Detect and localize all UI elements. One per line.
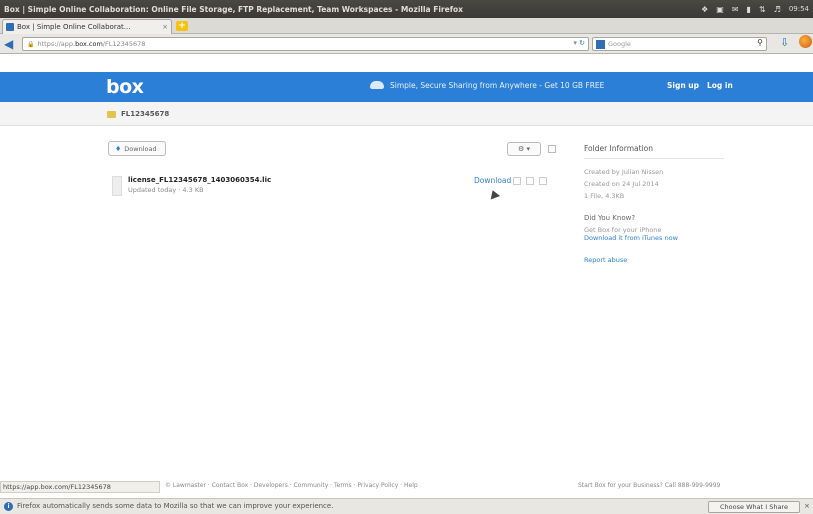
footer-sales-text: Start Box for your Business? Call 888-99… — [578, 482, 721, 489]
box-logo[interactable]: box — [106, 76, 144, 98]
breadcrumb: FL12345678 — [0, 102, 813, 126]
search-bar[interactable]: Google ⚲ — [592, 37, 767, 51]
comment-icon[interactable] — [513, 177, 521, 185]
login-link[interactable]: Log in — [707, 81, 733, 90]
lock-icon[interactable]: 🔒 — [27, 41, 34, 48]
reload-icon[interactable]: ↻ — [579, 39, 585, 47]
search-engine-icon[interactable] — [596, 39, 605, 49]
new-tab-button[interactable]: + — [176, 21, 188, 31]
info-icon: i — [4, 502, 13, 511]
dropdown-icon[interactable]: ▾ — [573, 39, 577, 47]
browser-tab[interactable]: Box | Simple Online Collaborat... × — [2, 19, 172, 34]
download-icon: ♦ — [115, 144, 122, 153]
window-title-bar: Box | Simple Online Collaboration: Onlin… — [0, 0, 813, 18]
chat-icon[interactable]: ▣ — [716, 5, 724, 14]
network-icon[interactable]: ⇅ — [759, 5, 766, 14]
header-tagline[interactable]: Simple, Secure Sharing from Anywhere - G… — [390, 81, 604, 90]
gear-icon: ⚙ — [517, 145, 525, 153]
cloud-icon — [370, 81, 384, 89]
file-download-link[interactable]: Download — [474, 176, 511, 185]
more-icon[interactable] — [539, 177, 547, 185]
choose-what-i-share-button[interactable]: Choose What I Share — [708, 501, 800, 513]
download-all-button[interactable]: ♦ Download — [108, 141, 166, 156]
window-title: Box | Simple Online Collaboration: Onlin… — [4, 4, 463, 14]
status-bar-url: https://app.box.com/FL12345678 — [0, 481, 160, 493]
notification-bar: i Firefox automatically sends some data … — [0, 498, 813, 514]
battery-icon[interactable]: ▮ — [747, 5, 751, 14]
did-you-know-heading: Did You Know? — [584, 214, 636, 222]
file-count: 1 File, 4.3KB — [584, 192, 625, 200]
search-placeholder: Google — [608, 40, 631, 48]
url-controls: ▾ ↻ — [573, 39, 585, 47]
report-abuse-link[interactable]: Report abuse — [584, 256, 724, 264]
close-tab-icon[interactable]: × — [162, 23, 168, 31]
chevron-down-icon: ▾ — [526, 145, 531, 153]
mail-icon[interactable]: ✉ — [732, 5, 739, 14]
folder-icon — [107, 111, 116, 118]
folder-info-sidebar: Folder Information Created by Julian Nis… — [584, 144, 724, 264]
app-promo-text: Get Box for your iPhone — [584, 226, 662, 234]
tab-strip: Box | Simple Online Collaborat... × + — [0, 18, 813, 34]
tab-label: Box | Simple Online Collaborat... — [17, 23, 131, 31]
created-by: Created by Julian Nissen — [584, 168, 664, 176]
notification-message: Firefox automatically sends some data to… — [17, 502, 334, 510]
share-icon[interactable] — [526, 177, 534, 185]
url-domain: box.com — [75, 40, 103, 48]
downloads-icon[interactable]: ⇩ — [780, 36, 789, 49]
signup-link[interactable]: Sign up — [667, 81, 699, 90]
clock[interactable]: 09:54 — [789, 5, 809, 13]
created-on: Created on 24 Jul 2014 — [584, 180, 659, 188]
sidebar-title: Folder Information — [584, 144, 724, 159]
url-bar[interactable]: 🔒 https://app. box.com /FL12345678 ▾ ↻ — [22, 37, 589, 51]
view-toggle-icon[interactable] — [548, 145, 556, 153]
url-prefix: https://app. — [37, 40, 76, 48]
file-meta: Updated today · 4.3 KB — [128, 186, 204, 194]
system-tray: ❖ ▣ ✉ ▮ ⇅ ♬ 09:54 — [701, 0, 809, 18]
box-header: box Simple, Secure Sharing from Anywhere… — [0, 72, 813, 102]
file-icon — [112, 176, 122, 196]
search-icon[interactable]: ⚲ — [757, 38, 763, 47]
dropbox-icon[interactable]: ❖ — [701, 5, 708, 14]
box-favicon-icon — [6, 23, 14, 31]
url-path: /FL12345678 — [102, 40, 146, 48]
firefox-menu-icon[interactable] — [799, 35, 812, 48]
app-download-link[interactable]: Download it from iTunes now — [584, 234, 724, 242]
close-icon[interactable]: × — [804, 502, 810, 510]
navigation-bar: ◀ 🔒 https://app. box.com /FL12345678 ▾ ↻… — [0, 34, 813, 54]
footer-links[interactable]: © Lawmaster · Contact Box · Developers ·… — [165, 482, 418, 489]
file-name[interactable]: license_FL12345678_1403060354.lic — [128, 176, 271, 184]
breadcrumb-folder[interactable]: FL12345678 — [121, 110, 169, 118]
back-button[interactable]: ◀ — [4, 37, 18, 51]
settings-dropdown[interactable]: ⚙ ▾ — [507, 142, 541, 156]
volume-icon[interactable]: ♬ — [774, 5, 781, 14]
download-all-label: Download — [124, 144, 157, 153]
